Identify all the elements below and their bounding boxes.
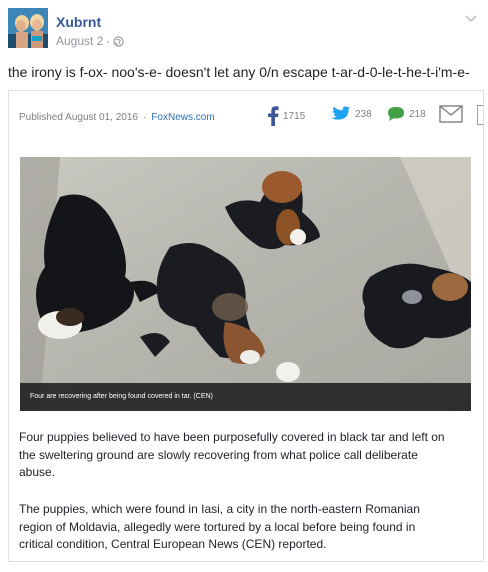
published-date: Published August 01, 2016 [19, 112, 138, 123]
comments-count: 218 [409, 108, 426, 120]
published-line: Published August 01, 2016 · FoxNews.com [19, 112, 215, 123]
globe-icon[interactable] [113, 35, 125, 47]
twitter-count: 238 [355, 108, 372, 120]
paragraph-2-line-1: The puppies, which were found in Iasi, a… [19, 502, 420, 516]
more-share-edge[interactable] [477, 105, 483, 125]
paragraph-1-line-2: the sweltering ground are slowly recover… [19, 447, 418, 462]
paragraph-2-line-2: region of Moldavia, allegedly were tortu… [19, 519, 416, 534]
puppies-photo [20, 157, 471, 411]
post-date[interactable]: August 2 [56, 34, 103, 48]
chevron-down-icon[interactable] [464, 12, 478, 26]
photo-caption-bar: Four are recovering after being found co… [20, 383, 471, 411]
post-header: Xubrnt August 2 · [8, 8, 480, 52]
mail-share[interactable] [439, 105, 463, 123]
avatar[interactable] [8, 8, 48, 48]
paragraph-1-line-1: Four puppies believed to have been purpo… [19, 430, 445, 444]
article-paragraph-2: The puppies, which were found in Iasi, a… [19, 501, 471, 554]
comments-share[interactable]: 218 [387, 106, 426, 122]
author-name[interactable]: Xubrnt [56, 14, 101, 30]
twitter-share[interactable]: 238 [331, 106, 372, 122]
facebook-count: 1715 [283, 110, 306, 122]
article-card[interactable]: Published August 01, 2016 · FoxNews.com 17… [8, 90, 484, 562]
paragraph-2-line-3: critical condition, Central European New… [19, 537, 327, 551]
published-separator: · [142, 112, 147, 123]
meta-separator: · [106, 34, 111, 48]
post-message: the irony is f-ox- noo's-e- doesn't let … [8, 64, 470, 80]
post-meta: August 2 · [56, 34, 125, 48]
facebook-icon [268, 106, 279, 126]
comment-bubble-icon [388, 107, 404, 121]
paragraph-1-line-3: abuse. [19, 465, 56, 479]
mail-icon [439, 105, 463, 123]
photo-caption: Four are recovering after being found co… [30, 393, 213, 400]
article-info-bar: Published August 01, 2016 · FoxNews.com 17… [9, 91, 483, 137]
avatar-image [8, 8, 48, 48]
twitter-icon [331, 106, 351, 120]
article-paragraph-1: Four puppies believed to have been purpo… [19, 429, 471, 482]
facebook-share[interactable]: 1715 [267, 106, 305, 126]
article-photo[interactable]: Four are recovering after being found co… [20, 157, 471, 411]
source-link[interactable]: FoxNews.com [151, 112, 214, 123]
